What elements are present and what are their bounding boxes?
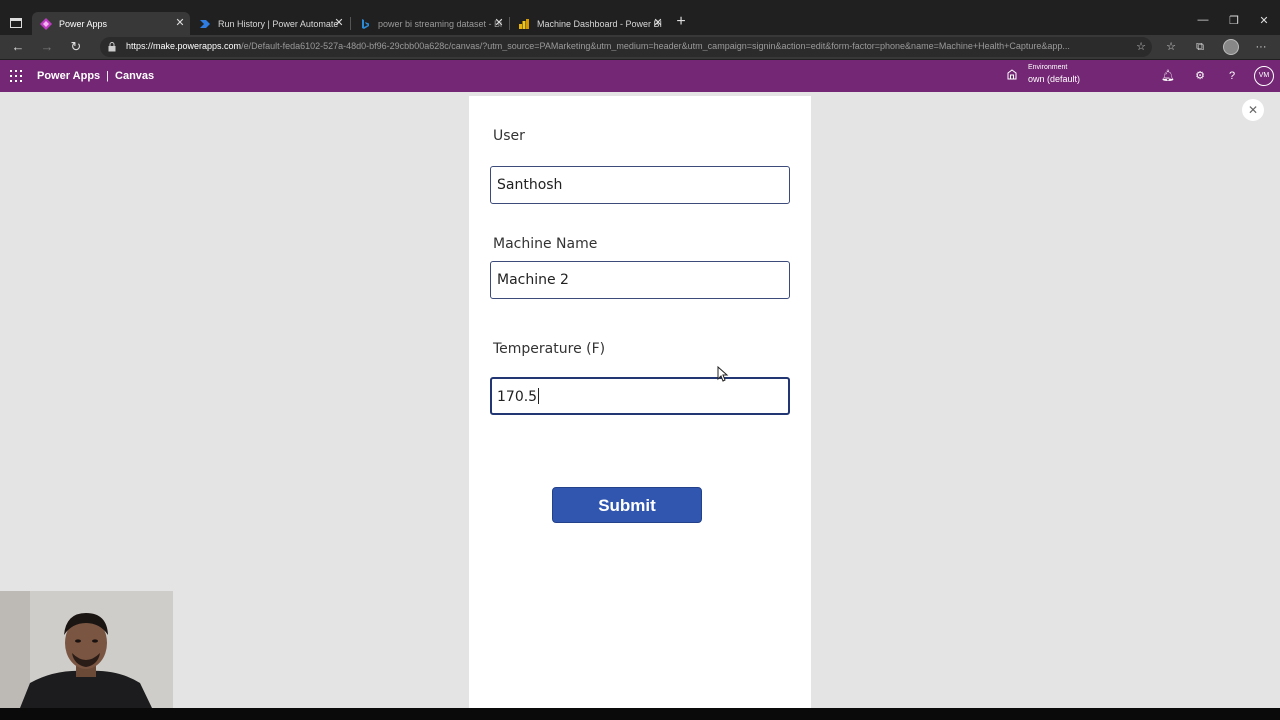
tab-bar: Power Apps ✕ Run History | Power Automat…: [0, 0, 1280, 35]
close-window-icon[interactable]: ✕: [1255, 14, 1273, 27]
tab-label: power bi streaming dataset - Bi: [378, 18, 503, 29]
close-tab-icon[interactable]: ✕: [493, 17, 505, 29]
user-label: User: [493, 128, 525, 144]
tab-machine-dashboard[interactable]: Machine Dashboard - Power BI ✕: [510, 12, 668, 35]
machine-name-value: Machine 2: [497, 272, 569, 288]
user-value: Santhosh: [497, 177, 563, 193]
machine-name-input[interactable]: Machine 2: [490, 261, 790, 299]
notifications-icon[interactable]: 🔔︎: [1160, 68, 1176, 84]
app-title: Power Apps | Canvas: [37, 70, 154, 82]
environment-icon[interactable]: [1006, 69, 1018, 81]
app-name: Power Apps: [37, 70, 101, 82]
help-icon[interactable]: ?: [1224, 68, 1240, 84]
text-caret: [538, 388, 540, 404]
user-input[interactable]: Santhosh: [490, 166, 790, 204]
taskbar-strip: [0, 708, 1280, 720]
favorites-icon[interactable]: ☆: [1164, 40, 1178, 54]
title-separator: |: [106, 70, 110, 82]
bing-icon: [362, 18, 369, 29]
presenter-video: [0, 591, 173, 708]
url-text: https://make.powerapps.com/e/Default-fed…: [126, 41, 1070, 51]
app-launcher-icon[interactable]: [10, 70, 22, 82]
close-preview-icon[interactable]: ✕: [1242, 99, 1264, 121]
forward-icon[interactable]: →: [39, 39, 55, 55]
environment-label: Environment: [1028, 64, 1068, 71]
section-name: Canvas: [115, 70, 155, 82]
close-tab-icon[interactable]: ✕: [652, 17, 664, 29]
url-field[interactable]: https://make.powerapps.com/e/Default-fed…: [100, 37, 1152, 57]
favorite-add-icon[interactable]: ☆: [1136, 40, 1146, 53]
collections-icon[interactable]: ⧉: [1193, 40, 1207, 54]
lock-icon: [108, 42, 116, 52]
phone-screen: User Santhosh Machine Name Machine 2 Tem…: [469, 96, 811, 708]
close-tab-icon[interactable]: ✕: [333, 17, 345, 29]
browser-window: Power Apps ✕ Run History | Power Automat…: [0, 0, 1280, 720]
address-bar-row: ← → ↻ https://make.powerapps.com/e/Defau…: [0, 35, 1280, 59]
minimize-icon[interactable]: —: [1194, 14, 1212, 26]
machine-name-label: Machine Name: [493, 236, 598, 252]
more-options-icon[interactable]: ···: [1254, 40, 1268, 54]
new-tab-icon[interactable]: +: [673, 14, 689, 32]
tab-label: Run History | Power Automate: [218, 18, 339, 29]
tab-label: Machine Dashboard - Power BI: [537, 18, 663, 29]
power-bi-icon: [519, 18, 529, 29]
power-apps-header: Power Apps | Canvas Environment own (defau…: [0, 60, 1280, 92]
temperature-label: Temperature (F): [493, 341, 606, 357]
user-avatar[interactable]: VM: [1254, 66, 1274, 86]
submit-button[interactable]: Submit: [552, 487, 702, 523]
temperature-value: 170.5: [497, 388, 540, 405]
refresh-icon[interactable]: ↻: [68, 39, 84, 55]
restore-icon[interactable]: ❐: [1225, 14, 1243, 27]
power-automate-icon: [200, 19, 210, 28]
power-apps-icon: [40, 17, 52, 30]
environment-value[interactable]: own (default): [1028, 74, 1080, 84]
mouse-pointer-icon: [717, 366, 729, 382]
tab-power-apps[interactable]: Power Apps ✕: [32, 12, 190, 35]
tab-run-history[interactable]: Run History | Power Automate ✕: [191, 12, 349, 35]
temperature-input[interactable]: 170.5: [490, 377, 790, 415]
webcam-overlay: [0, 591, 173, 708]
tab-label: Power Apps: [59, 18, 108, 29]
profile-avatar[interactable]: [1223, 39, 1239, 55]
tab-actions-icon[interactable]: [6, 13, 26, 33]
close-tab-icon[interactable]: ✕: [174, 17, 186, 29]
settings-gear-icon[interactable]: ⚙: [1192, 68, 1208, 84]
tab-bing-search[interactable]: power bi streaming dataset - Bi ✕: [351, 12, 509, 35]
back-icon[interactable]: ←: [10, 39, 26, 55]
